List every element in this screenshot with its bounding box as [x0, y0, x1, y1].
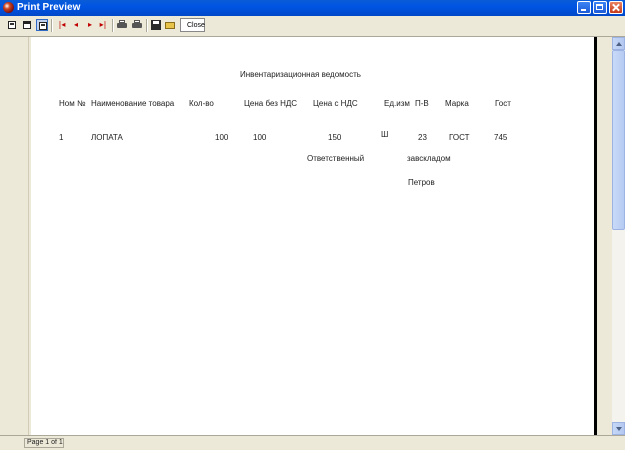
cell-price-vat: 150 [328, 133, 342, 142]
minimize-icon[interactable] [577, 1, 591, 14]
one-page-icon[interactable] [6, 19, 18, 31]
title-bar[interactable]: Print Preview [0, 0, 625, 16]
report-title: Инвентаризационная ведомость [240, 70, 361, 79]
column-header: Наименование товара [91, 99, 175, 108]
save-icon[interactable] [150, 19, 162, 31]
cell-qty: 100 [215, 133, 229, 142]
toolbar-separator [146, 19, 148, 32]
column-header: Цена с НДС [313, 99, 358, 108]
vertical-scrollbar[interactable] [612, 37, 625, 435]
toolbar-separator [51, 19, 53, 32]
toolbar: |◂ ◂ ▸ ▸| Close [0, 16, 625, 37]
cell-name: ЛОПАТА [91, 133, 123, 142]
close-icon[interactable] [609, 1, 623, 14]
cell-num: 1 [59, 133, 64, 142]
print-icon[interactable] [116, 19, 128, 31]
column-header: Гост [495, 99, 511, 108]
column-header: Ном № [59, 99, 86, 108]
scroll-up-icon[interactable] [612, 37, 625, 50]
report-page: Инвентаризационная ведомость Ном № Наиме… [31, 37, 594, 435]
next-page-icon[interactable]: ▸ [84, 19, 96, 31]
cell-pv: 23 [418, 133, 427, 142]
storekeeper-name: Петров [408, 178, 435, 187]
scroll-thumb[interactable] [612, 50, 625, 230]
status-bar: Page 1 of 1 [0, 435, 625, 450]
maximize-icon[interactable] [593, 1, 607, 14]
page-indicator: Page 1 of 1 [24, 438, 64, 448]
page-shadow [594, 37, 597, 435]
prev-page-icon[interactable]: ◂ [70, 19, 82, 31]
responsible-label: Ответственный [307, 154, 365, 163]
app-icon [3, 2, 14, 13]
two-pages-icon[interactable] [21, 19, 33, 31]
first-page-icon[interactable]: |◂ [56, 19, 68, 31]
preview-area: Инвентаризационная ведомость Ном № Наиме… [0, 37, 625, 435]
storekeeper-label: завскладом [407, 154, 451, 163]
scroll-down-icon[interactable] [612, 422, 625, 435]
print-setup-icon[interactable] [131, 19, 143, 31]
cell-price-no-vat: 100 [253, 133, 267, 142]
cell-brand: ГОСТ [449, 133, 470, 142]
column-header: П-В [415, 99, 429, 108]
last-page-icon[interactable]: ▸| [97, 19, 109, 31]
zoom-icon[interactable] [36, 19, 48, 31]
column-header: Марка [445, 99, 469, 108]
cell-gost: 745 [494, 133, 508, 142]
column-header: Цена без НДС [244, 99, 298, 108]
open-icon[interactable] [164, 19, 176, 31]
preview-margin [0, 37, 29, 435]
print-preview-window: Print Preview |◂ ◂ ▸ ▸| Close Инвентариз… [0, 0, 625, 450]
column-header: Ед.изм [384, 99, 410, 108]
close-button[interactable]: Close [180, 18, 205, 32]
toolbar-separator [112, 19, 114, 32]
window-title: Print Preview [17, 2, 81, 13]
column-header: Кол-во [189, 99, 214, 108]
cell-unit: Ш [381, 130, 389, 139]
